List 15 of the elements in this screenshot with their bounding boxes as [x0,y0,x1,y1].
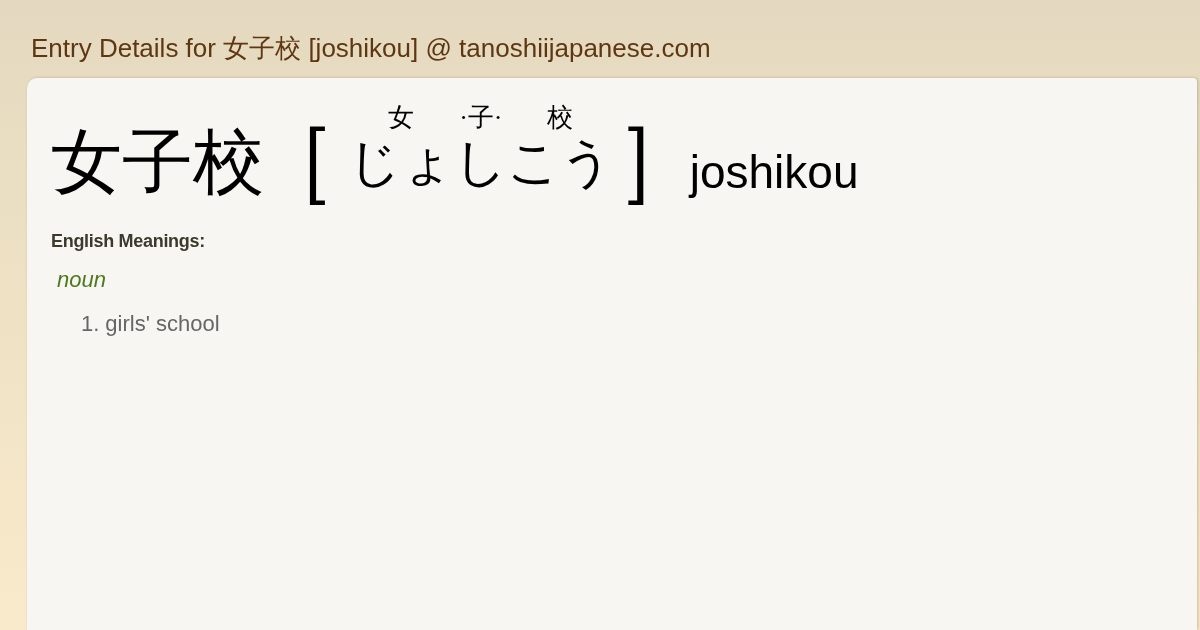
closing-bracket: ] [623,115,650,211]
romaji: joshikou [689,145,859,200]
furigana: 女 [388,103,415,133]
kana-reading: じょ [348,133,455,193]
kana-reading: し [454,133,508,193]
headword: 女子校 [51,122,264,202]
page-title: Entry Details for 女子校 [joshikou] @ tanoshiijapanese.com [31,32,711,65]
furigana: ·子· [459,103,503,133]
opening-bracket: [ [304,115,331,211]
section-heading: English Meanings: [51,230,205,253]
part-of-speech: noun [57,266,106,294]
meaning-text: girls' school [105,310,220,338]
list-number: 1. [81,310,100,338]
furigana: 校 [547,103,574,133]
kana-reading: こう [507,133,614,193]
